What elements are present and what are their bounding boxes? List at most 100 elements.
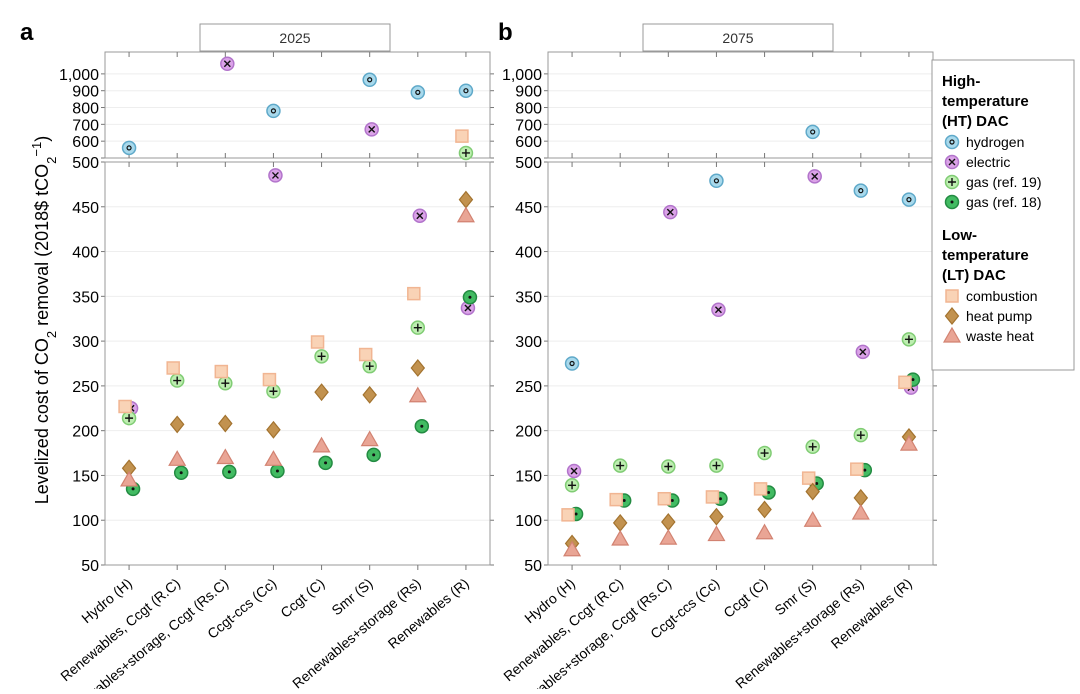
- data-point-heat-pump: [612, 513, 628, 532]
- y-tick-label: 900: [515, 84, 542, 101]
- marker-square: [705, 490, 720, 504]
- data-point-hydrogen: [121, 140, 137, 156]
- legend-marker: [944, 154, 960, 170]
- strip-title: 2025: [279, 30, 310, 46]
- data-point-electric: [663, 204, 678, 220]
- data-point-gas-ref-19-: [757, 445, 772, 461]
- marker-square: [310, 335, 325, 349]
- data-point-hydrogen: [458, 83, 474, 98]
- data-point-gas-ref-19-: [169, 373, 185, 388]
- marker-center: [574, 512, 578, 516]
- data-point-waste-heat: [264, 450, 283, 466]
- marker-square: [407, 286, 421, 301]
- data-point-gas-ref-19-: [266, 384, 281, 399]
- y-tick-label: 900: [72, 84, 99, 101]
- data-point-combustion: [850, 462, 864, 476]
- marker-triangle: [312, 436, 331, 453]
- legend-group-title: High-: [942, 73, 980, 90]
- legend-item-label: hydrogen: [966, 134, 1024, 150]
- y-tick-label: 250: [515, 379, 542, 396]
- data-point-electric: [807, 169, 822, 184]
- marker-triangle: [360, 430, 379, 447]
- marker-square: [561, 508, 575, 522]
- marker-center: [911, 378, 915, 382]
- y-tick-label: 600: [72, 134, 99, 151]
- legend-item-label: combustion: [966, 288, 1038, 304]
- marker-diamond: [266, 420, 281, 439]
- data-point-combustion: [214, 364, 229, 379]
- marker-triangle: [707, 525, 726, 542]
- data-point-electric: [220, 56, 235, 72]
- y-tick-label: 400: [72, 245, 99, 262]
- data-point-gas-ref-19-: [564, 478, 580, 493]
- data-point-heat-pump: [266, 420, 281, 439]
- data-point-hydrogen: [362, 72, 377, 88]
- legend-marker: [944, 194, 960, 210]
- y-tick-label: 800: [72, 101, 99, 118]
- data-point-gas-ref-19-: [901, 332, 917, 347]
- marker-diamond: [709, 507, 724, 526]
- y-tick-label: 50: [524, 558, 542, 575]
- marker-circle: [853, 183, 869, 198]
- data-point-waste-heat: [216, 448, 235, 465]
- marker-diamond: [314, 383, 329, 402]
- y-tick-label: 150: [72, 468, 99, 485]
- marker-square: [609, 492, 623, 507]
- data-point-gas-ref-19-: [362, 358, 377, 374]
- y-tick-label: 250: [72, 379, 99, 396]
- y-axis-label-part: −1: [29, 142, 44, 157]
- data-point-gas-ref-18-: [173, 465, 189, 481]
- data-point-gas-ref-19-: [661, 459, 676, 474]
- marker-square: [358, 347, 373, 362]
- legend-item-label: gas (ref. 18): [966, 194, 1041, 210]
- data-point-combustion: [358, 347, 373, 362]
- data-point-electric: [855, 344, 871, 360]
- y-tick-label: 200: [515, 424, 542, 441]
- marker-diamond: [661, 513, 676, 531]
- marker-triangle: [851, 503, 870, 520]
- data-point-combustion: [705, 490, 720, 504]
- y-axis-label: Levelized cost of CO2 removal (2018$ tCO…: [29, 136, 59, 504]
- y-tick-label: 1,000: [59, 67, 99, 84]
- y-tick-label: 300: [72, 334, 99, 351]
- marker-center: [420, 424, 424, 428]
- marker-circle: [458, 83, 474, 98]
- marker-triangle: [755, 523, 774, 540]
- legend: High-temperature (HT) DAC hydrogen electric…: [931, 59, 1075, 371]
- data-point-combustion: [262, 372, 277, 387]
- data-point-combustion: [753, 482, 768, 496]
- chart-svg: a 20256007008009001,000501001502002503003…: [20, 19, 1075, 694]
- data-point-hydrogen: [901, 192, 917, 207]
- marker-triangle: [456, 206, 475, 223]
- panel-a: a 2025 6007008009001,000 50 100 150 200 250 300 3…: [20, 19, 494, 694]
- y-axis-label-part: Levelized cost of CO: [32, 338, 52, 504]
- y-tick-label: 500: [515, 155, 542, 172]
- legend-item-label: heat pump: [966, 308, 1032, 324]
- marker-square: [801, 471, 816, 485]
- x-tick-label: Renewables (R): [828, 575, 915, 652]
- data-point-heat-pump: [410, 359, 426, 377]
- upper-frame: [104, 51, 491, 159]
- legend-group-title: temperature: [942, 93, 1029, 110]
- marker-center: [950, 200, 954, 204]
- y-tick-label: 450: [515, 200, 542, 217]
- data-point-waste-heat: [707, 525, 726, 542]
- data-point-waste-heat: [755, 523, 774, 540]
- data-point-gas-ref-19-: [410, 320, 426, 335]
- marker-center: [670, 499, 674, 503]
- marker-center: [131, 487, 135, 491]
- data-point-waste-heat: [168, 450, 187, 466]
- data-point-waste-heat: [659, 528, 678, 545]
- data-point-gas-ref-19-: [612, 458, 628, 473]
- marker-triangle: [168, 450, 187, 466]
- legend-marker: [944, 174, 960, 190]
- data-point-hydrogen: [709, 173, 724, 189]
- y-tick-label: 200: [72, 424, 99, 441]
- data-point-gas-ref-18-: [414, 418, 430, 434]
- data-point-waste-heat: [611, 529, 630, 546]
- data-point-waste-heat: [456, 206, 475, 223]
- y-tick-label: 450: [72, 200, 99, 217]
- data-point-hydrogen: [805, 124, 820, 140]
- marker-diamond: [458, 190, 474, 209]
- x-tick-label: Ccgt (C): [277, 575, 327, 621]
